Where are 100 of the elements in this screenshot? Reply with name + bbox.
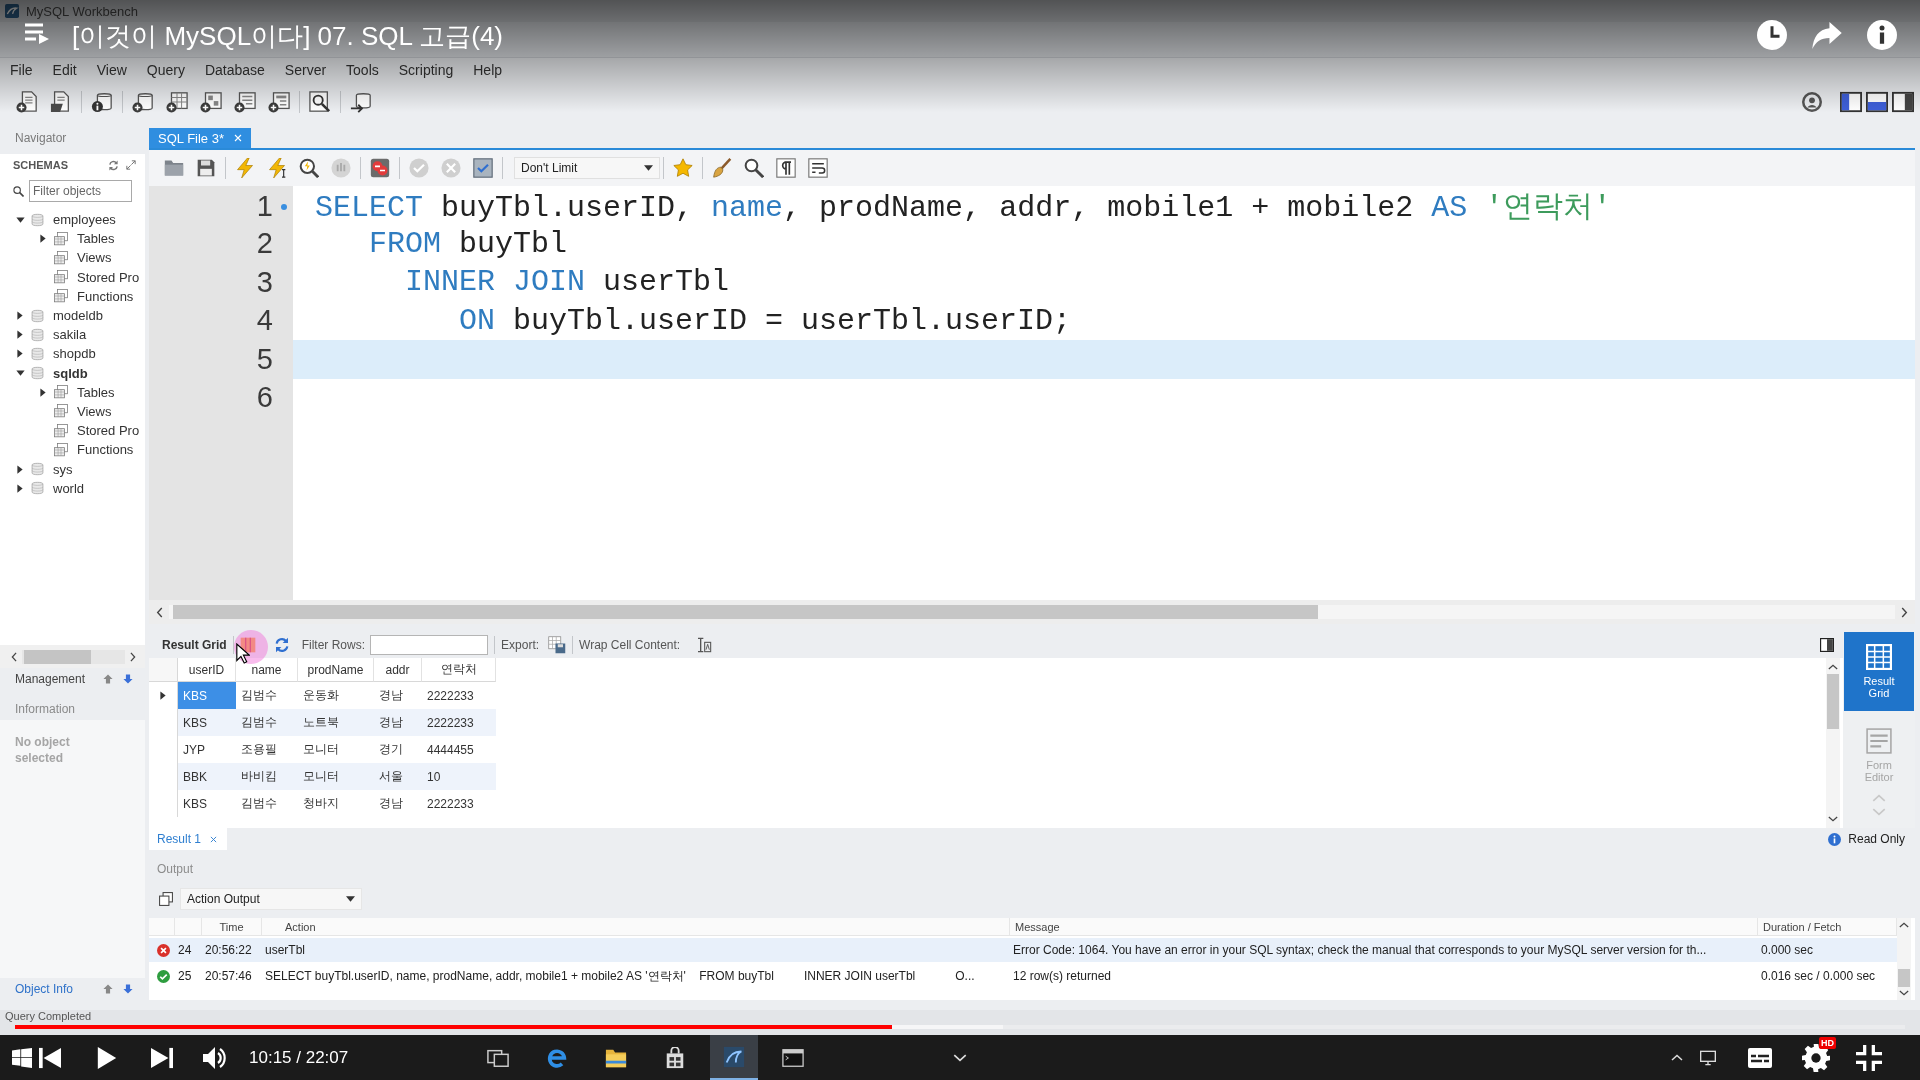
code-editor[interactable]: 1 SELECT buyTbl.userID, name, prodName, addr, mobile1 + mobile2 AS '연락처' 2 FROM buyTbl 3 INNER JOIN userTbl 4 ON buyTbl.userID = userTbl.userID; 5 6	[149, 186, 1915, 600]
scrollbar-thumb[interactable]	[1898, 969, 1910, 987]
database-plus-icon[interactable]	[132, 91, 154, 113]
caret-right-icon[interactable]	[40, 234, 46, 244]
column-header[interactable]: 연락처	[422, 658, 496, 682]
arrow-down-icon[interactable]	[123, 674, 133, 684]
schema-item[interactable]: world	[53, 480, 85, 496]
close-icon[interactable]	[210, 835, 218, 843]
tree-item[interactable]: Stored Pro	[77, 269, 140, 285]
panel-tab[interactable]: Object Info	[15, 982, 74, 996]
tree-item[interactable]: Views	[77, 250, 112, 266]
menu-item[interactable]: Help	[473, 62, 503, 78]
caret-right-icon[interactable]	[17, 330, 23, 340]
folder-icon[interactable]	[164, 158, 184, 178]
schema-item[interactable]: shopdb	[53, 346, 96, 362]
menu-item[interactable]: Tools	[346, 62, 379, 78]
schema-item[interactable]: sys	[53, 461, 73, 477]
menu-item[interactable]: Database	[204, 62, 265, 78]
scrollbar-thumb[interactable]	[173, 605, 1318, 619]
check-square-icon[interactable]	[473, 158, 493, 178]
panel-toggle-icon[interactable]	[1820, 638, 1834, 652]
bottom-pane-icon[interactable]	[1866, 91, 1888, 113]
user-circle-icon[interactable]	[1802, 92, 1822, 112]
column-header[interactable]: Message	[1010, 918, 1758, 936]
menu-item[interactable]: Edit	[52, 62, 77, 78]
database-arrow-icon[interactable]	[350, 91, 372, 113]
skip-next-icon[interactable]	[150, 1046, 174, 1069]
scrollbar-thumb[interactable]	[24, 649, 91, 664]
chevron-up-icon[interactable]	[1828, 664, 1838, 670]
playlist-icon[interactable]	[24, 22, 50, 44]
chevron-down-icon[interactable]	[1899, 990, 1909, 996]
sql-file-plus-icon[interactable]	[16, 91, 38, 113]
refresh-icon[interactable]	[108, 159, 119, 171]
search-icon[interactable]	[744, 158, 764, 178]
window-plus-icon[interactable]	[200, 91, 222, 113]
tree-item[interactable]: Tables	[77, 231, 115, 247]
table-plus-icon[interactable]	[166, 91, 188, 113]
menu-item[interactable]: File	[10, 62, 33, 78]
windows-logo-icon[interactable]	[12, 1047, 32, 1068]
result-tab[interactable]: Result 1	[149, 828, 228, 850]
chevron-up-icon[interactable]	[1899, 922, 1909, 928]
chevron-left-icon[interactable]	[156, 606, 163, 618]
list-plus-icon[interactable]	[234, 91, 256, 113]
share-icon[interactable]	[1812, 21, 1842, 49]
volume-icon[interactable]	[201, 1045, 229, 1070]
lightning-cursor-icon[interactable]	[267, 158, 287, 178]
skip-previous-icon[interactable]	[38, 1046, 62, 1069]
star-icon[interactable]	[673, 158, 693, 178]
caret-down-icon[interactable]	[15, 216, 25, 223]
wrap-lines-icon[interactable]	[808, 158, 828, 178]
pilcrow-icon[interactable]	[776, 158, 796, 178]
wrap-text-icon[interactable]	[696, 637, 713, 653]
arrow-up-icon[interactable]	[103, 984, 113, 994]
chevron-right-icon[interactable]	[130, 651, 136, 662]
caret-right-icon[interactable]	[17, 349, 23, 359]
exit-fullscreen-icon[interactable]	[1856, 1044, 1882, 1071]
clock-icon[interactable]	[1757, 20, 1787, 50]
caret-right-icon[interactable]	[40, 387, 46, 397]
chevron-left-icon[interactable]	[11, 651, 17, 662]
schema-item[interactable]: modeldb	[53, 308, 103, 324]
output-selector[interactable]: Action Output	[180, 888, 362, 910]
play-icon[interactable]	[96, 1044, 118, 1071]
subtitles-icon[interactable]	[1746, 1045, 1774, 1070]
left-pane-icon[interactable]	[1840, 91, 1862, 113]
column-header[interactable]: Time	[202, 918, 262, 936]
column-header[interactable]: addr	[374, 658, 422, 682]
caret-right-icon[interactable]	[17, 464, 23, 474]
check-circle-icon[interactable]	[409, 158, 429, 178]
menu-item[interactable]: Scripting	[398, 62, 454, 78]
scrollbar-thumb[interactable]	[1827, 674, 1839, 729]
panel-tab[interactable]: Management	[15, 672, 86, 686]
copy-icon[interactable]	[159, 892, 173, 906]
caret-right-icon[interactable]	[17, 483, 23, 493]
caret-right-icon[interactable]	[17, 311, 23, 321]
filter-field[interactable]: Filter objects	[29, 180, 132, 202]
info-icon[interactable]	[1867, 20, 1897, 50]
tree-item[interactable]: Views	[77, 403, 112, 419]
refresh-icon[interactable]	[273, 637, 290, 653]
expand-icon[interactable]	[126, 160, 136, 170]
export-icon[interactable]	[548, 636, 567, 654]
limit-dropdown[interactable]: Don't Limit	[514, 157, 660, 179]
caret-down-icon[interactable]	[15, 370, 25, 377]
document-search-icon[interactable]	[309, 91, 331, 113]
tree-item[interactable]: Functions	[77, 288, 134, 304]
error-toggle-icon[interactable]	[370, 158, 390, 178]
view-switch-button[interactable]: Result Grid	[1844, 632, 1914, 711]
arrow-up-icon[interactable]	[103, 674, 113, 684]
progress-track[interactable]	[15, 1025, 1905, 1029]
schema-item[interactable]: sakila	[53, 327, 87, 343]
tree-item[interactable]: Functions	[77, 442, 134, 458]
schema-item[interactable]: sqldb	[53, 365, 88, 381]
tree-item[interactable]: Stored Pro	[77, 423, 140, 439]
sheet-plus-icon[interactable]	[268, 91, 290, 113]
column-header[interactable]: Duration / Fetch	[1758, 918, 1897, 936]
arrow-down-icon[interactable]	[123, 984, 133, 994]
menu-item[interactable]: Query	[146, 62, 185, 78]
tree-item[interactable]: Tables	[77, 384, 115, 400]
brush-icon[interactable]	[712, 158, 732, 178]
menu-item[interactable]: Server	[284, 62, 327, 78]
database-info-icon[interactable]	[91, 91, 113, 113]
